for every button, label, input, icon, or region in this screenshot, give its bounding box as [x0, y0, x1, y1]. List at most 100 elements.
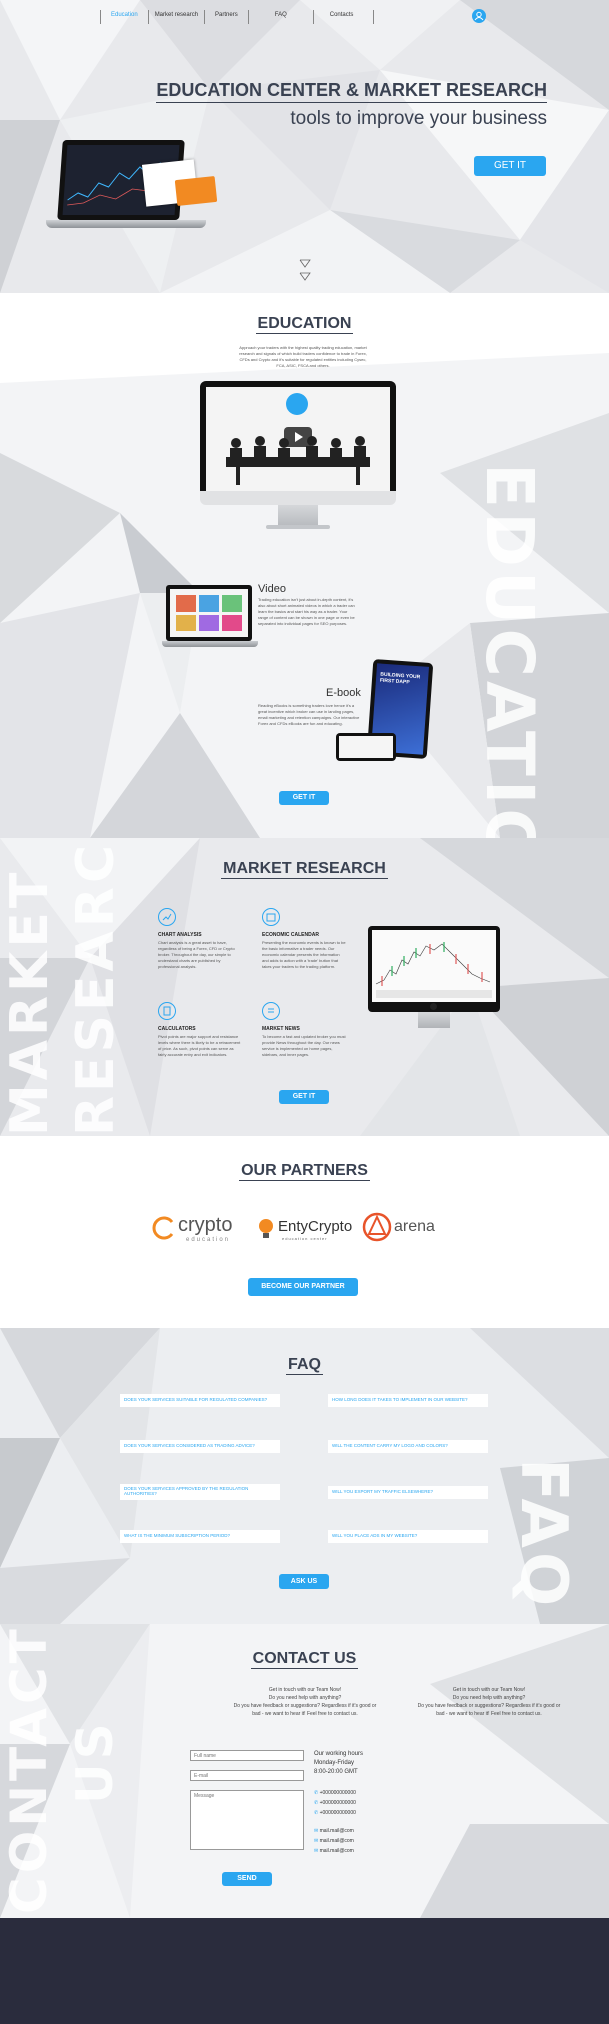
phone-number: +000000000000 [319, 1790, 356, 1796]
ebook-cover-text: BUILDING YOUR FIRST DAPP [379, 671, 421, 686]
bulb-icon [259, 1219, 273, 1238]
market-item-calendar: ECONOMIC CALENDAR Presenting the economi… [262, 908, 346, 970]
market-item-title: CALCULATORS [158, 1026, 196, 1032]
market-title-text: MARKET RESEARCH [221, 860, 388, 879]
arena-logo-icon [362, 1212, 392, 1242]
hero-get-it-button[interactable]: GET IT [474, 156, 546, 176]
become-partner-button[interactable]: BECOME OUR PARTNER [248, 1278, 358, 1296]
calculator-icon [158, 1002, 176, 1020]
market-background-word-1: MARKET [0, 868, 60, 1136]
hours-days: Monday-Friday [314, 1760, 355, 1766]
market-item-chart: CHART ANALYSIS Chart analysis is a great… [158, 908, 242, 970]
education-title: EDUCATION [0, 315, 609, 334]
education-background-word: EDUCATION [471, 463, 548, 838]
hero-laptop-image [46, 140, 222, 250]
email-item[interactable]: ✉ mail.mail@com [314, 1836, 354, 1846]
partners-section: OUR PARTNERS crypto education EntyCrypto… [0, 1136, 609, 1328]
email-address: mail.mail@com [319, 1838, 354, 1844]
chevron-down-icon[interactable] [299, 258, 311, 284]
partner-name: EntyCrypto [278, 1218, 353, 1235]
market-item-title: CHART ANALYSIS [158, 932, 202, 938]
contact-blurb-right: Get in touch with our Team Now! Do you n… [402, 1686, 576, 1718]
market-item-calculators: CALCULATORS Pivot points are major suppo… [158, 1002, 242, 1058]
partner-name: arena [394, 1218, 435, 1235]
blurb-line: Do you have feedback or suggestions? Reg… [233, 1703, 377, 1709]
market-get-it-button[interactable]: GET IT [279, 1090, 329, 1104]
contact-blurb-left: Get in touch with our Team Now! Do you n… [218, 1686, 392, 1718]
market-background-word-2: RESEARCH [66, 838, 126, 1136]
footer [0, 1918, 609, 2024]
video-laptop-image [162, 585, 258, 651]
nav-item-partners[interactable]: Partners [204, 10, 248, 24]
chart-icon [158, 908, 176, 926]
user-icon[interactable] [472, 9, 486, 23]
phone-item[interactable]: ✆ +000000000000 [314, 1798, 356, 1808]
nav-item-market-research[interactable]: Market research [147, 10, 204, 24]
blurb-line: Get in touch with our Team Now! [268, 1687, 342, 1693]
phone-number: +000000000000 [319, 1800, 356, 1806]
ask-us-button[interactable]: ASK US [279, 1574, 329, 1589]
top-nav: Education Market research Partners FAQ C… [100, 10, 375, 24]
phone-item[interactable]: ✆ +000000000000 [314, 1788, 356, 1798]
hero-subtitle: tools to improve your business [290, 108, 547, 129]
partner-sub: education center [282, 1236, 328, 1241]
partner-logo-entycrypto[interactable]: EntyCrypto education center [258, 1216, 354, 1246]
news-icon [262, 1002, 280, 1020]
working-hours: Our working hours Monday-Friday 8:00-20:… [314, 1750, 363, 1777]
crypto-logo-icon [152, 1216, 174, 1240]
nav-item-education[interactable]: Education [100, 10, 148, 24]
message-input[interactable] [190, 1790, 304, 1850]
partners-title-text: OUR PARTNERS [239, 1162, 370, 1181]
faq-question[interactable]: HOW LONG DOES IT TAKES TO IMPLEMENT IN O… [328, 1394, 488, 1407]
faq-question[interactable]: DOES YOUR SERVICES SUITABLE FOR REGULATE… [120, 1394, 280, 1407]
market-title: MARKET RESEARCH [0, 860, 609, 879]
partner-logo-crypto[interactable]: crypto education [152, 1212, 244, 1246]
blurb-line: bad - we want to hear it! Feel free to c… [436, 1711, 542, 1717]
blurb-line: Do you need help with anything? [268, 1695, 342, 1701]
market-item-text: To become a fast and updated broker you … [262, 1034, 346, 1057]
contact-title: CONTACT US [0, 1650, 609, 1669]
hero-title: EDUCATION CENTER & MARKET RESEARCH [156, 80, 547, 103]
video-text: Trading education isn't just about in-de… [258, 597, 355, 626]
market-item-text: Pivot points are major support and resis… [158, 1034, 241, 1057]
education-get-it-button[interactable]: GET IT [279, 791, 329, 805]
education-intro: Approach your traders with the highest q… [239, 345, 367, 368]
partner-logo-arena[interactable]: arena [362, 1210, 444, 1244]
education-imac-image [200, 381, 396, 541]
education-title-text: EDUCATION [255, 315, 354, 334]
faq-question[interactable]: WHAT IS THE MINIMUM SUBSCRIPTION PERIOD? [120, 1530, 280, 1543]
partner-name: crypto [178, 1214, 233, 1236]
nav-item-contacts[interactable]: Contacts [312, 10, 375, 24]
faq-question[interactable]: WILL YOU PLACE ADS IN MY WEBSITE? [328, 1530, 488, 1543]
blurb-line: Do you need help with anything? [452, 1695, 526, 1701]
market-item-news: MARKET NEWS To become a fast and updated… [262, 1002, 346, 1058]
market-research-section: MARKET RESEARCH MARKET RESEARCH CHART AN… [0, 838, 609, 1136]
nav-item-faq[interactable]: FAQ [247, 10, 313, 24]
email-item[interactable]: ✉ mail.mail@com [314, 1826, 354, 1836]
market-item-text: Presenting the economic events is known … [262, 940, 346, 969]
email-list: ✉ mail.mail@com ✉ mail.mail@com ✉ mail.m… [314, 1826, 354, 1856]
hero-section: Education Market research Partners FAQ C… [0, 0, 609, 293]
email-item[interactable]: ✉ mail.mail@com [314, 1846, 354, 1856]
full-name-input[interactable] [190, 1750, 304, 1761]
faq-title: FAQ [0, 1356, 609, 1375]
contact-background-word-2: US [66, 1719, 124, 1804]
faq-question[interactable]: WILL THE CONTENT CARRY MY LOGO AND COLOR… [328, 1440, 488, 1453]
email-input[interactable] [190, 1770, 304, 1781]
market-item-title: MARKET NEWS [262, 1026, 300, 1032]
faq-question[interactable]: WILL YOU EXPORT MY TRAFFIC ELSEWHERE? [328, 1486, 488, 1499]
contact-title-text: CONTACT US [250, 1650, 359, 1669]
faq-question[interactable]: DOES YOUR SERVICES CONSIDERED AS TRADING… [120, 1440, 280, 1453]
calendar-icon [262, 908, 280, 926]
faq-title-text: FAQ [286, 1356, 323, 1375]
send-button[interactable]: SEND [222, 1872, 272, 1886]
faq-question[interactable]: DOES YOUR SERVICES APPROVED BY THE REGUL… [120, 1484, 280, 1500]
blurb-line: bad - we want to hear it! Feel free to c… [252, 1711, 358, 1717]
blurb-line: Do you have feedback or suggestions? Reg… [417, 1703, 561, 1709]
phone-number: +000000000000 [319, 1810, 356, 1816]
phone-item[interactable]: ✆ +000000000000 [314, 1808, 356, 1818]
hours-time: 8:00-20:00 GMT [314, 1769, 358, 1775]
market-item-text: Chart analysis is a great asset to have,… [158, 940, 235, 969]
apple-logo-icon [430, 1003, 437, 1010]
email-address: mail.mail@com [319, 1848, 354, 1854]
